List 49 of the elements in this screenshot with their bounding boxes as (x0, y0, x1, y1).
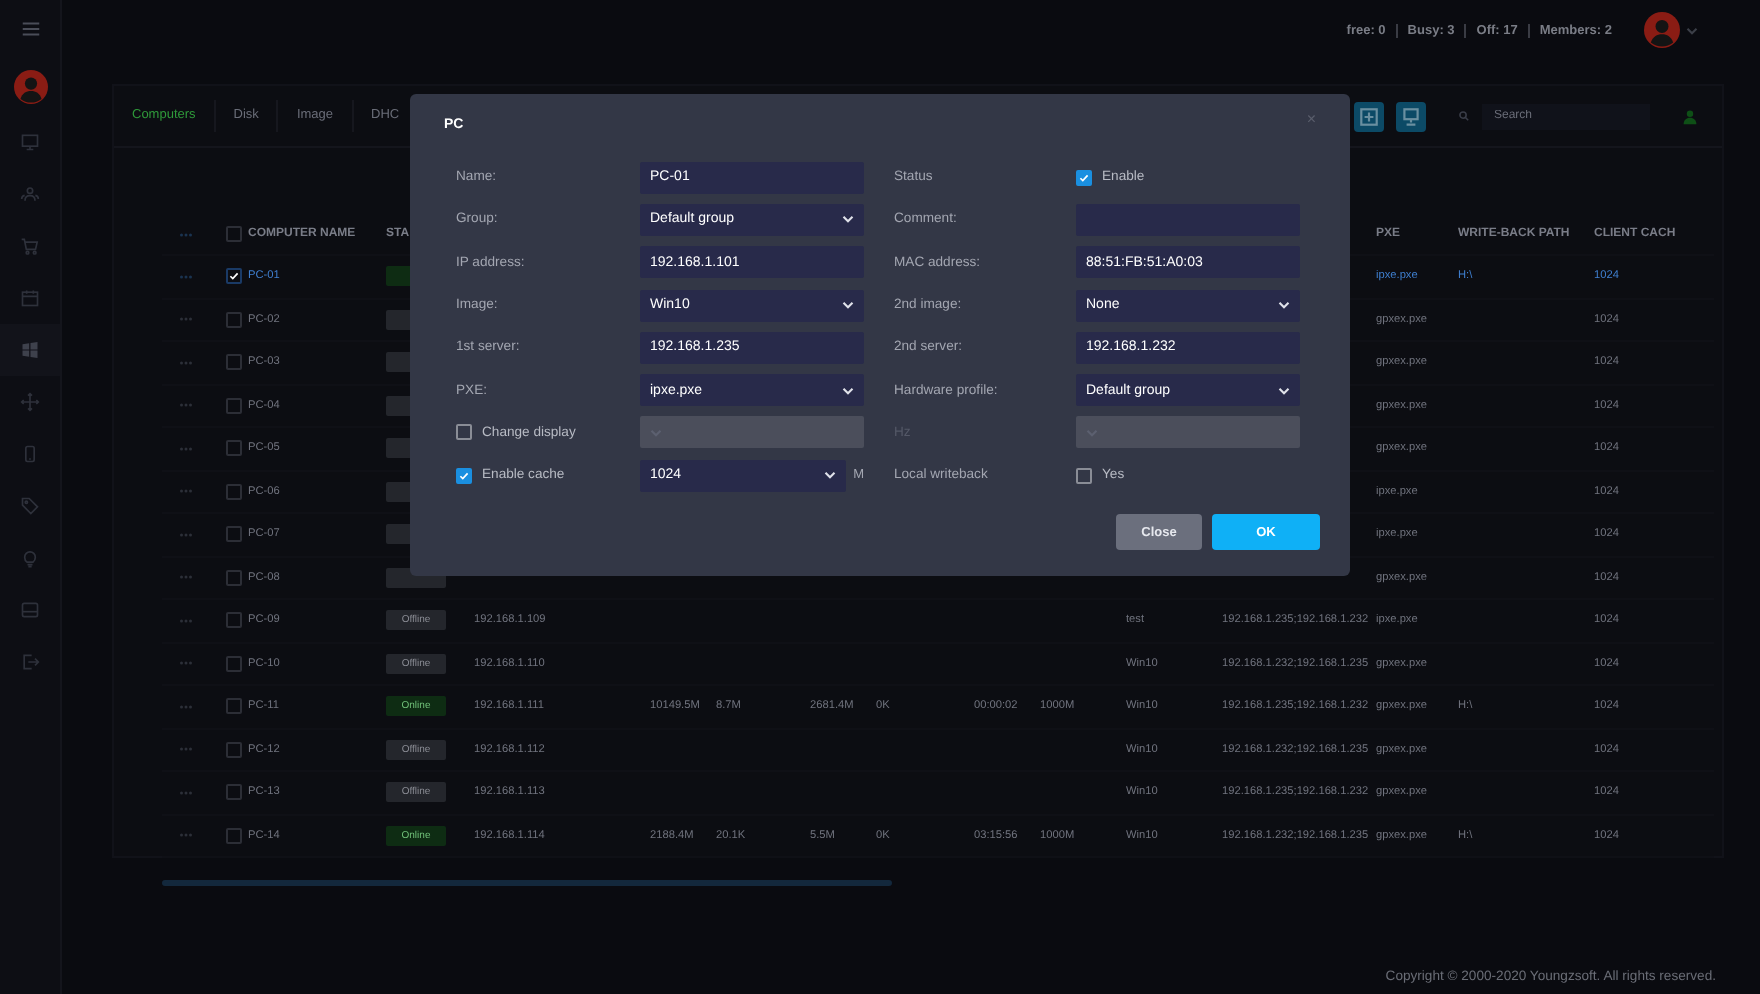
windows-icon (20, 340, 40, 360)
logout-icon (20, 652, 40, 672)
checkbox[interactable] (226, 483, 242, 500)
search-icon (1458, 110, 1470, 122)
caret-icon (823, 470, 836, 481)
checkbox[interactable] (226, 268, 242, 285)
checkbox[interactable] (226, 311, 242, 328)
checkbox[interactable] (226, 612, 242, 629)
plus-icon (1358, 105, 1380, 127)
checkbox[interactable] (226, 827, 242, 844)
avatar (1644, 12, 1680, 48)
menu-icon[interactable] (19, 18, 41, 40)
caret-icon (842, 300, 854, 311)
caret-icon (842, 385, 854, 396)
tag-icon (20, 496, 40, 516)
more-icon[interactable] (178, 231, 194, 237)
checkbox[interactable] (226, 397, 242, 414)
checkbox[interactable] (226, 655, 242, 672)
checkbox[interactable] (1076, 467, 1092, 484)
checkbox[interactable] (456, 467, 472, 484)
monitor-icon (1400, 105, 1422, 127)
user-icon[interactable] (1682, 107, 1698, 125)
calendar-icon (20, 288, 40, 308)
caret-icon (842, 214, 854, 225)
bulb-icon (20, 548, 40, 568)
more-icon[interactable] (178, 273, 194, 280)
checkbox[interactable] (226, 698, 242, 715)
drive-icon (20, 600, 40, 620)
add-button[interactable] (1354, 101, 1384, 131)
caret-icon (1278, 385, 1290, 396)
checkbox[interactable] (226, 440, 242, 457)
checkbox[interactable] (226, 226, 242, 242)
caret-icon (1686, 25, 1698, 35)
checkbox[interactable] (226, 354, 242, 371)
nav-item[interactable] (0, 324, 60, 376)
checkbox[interactable] (226, 569, 242, 586)
monitor-button[interactable] (1396, 101, 1426, 131)
cart-icon (20, 236, 40, 256)
checkbox[interactable] (226, 741, 242, 758)
checkbox[interactable] (226, 784, 242, 801)
phone-icon (20, 444, 40, 464)
people-icon (20, 184, 40, 204)
move-icon (20, 392, 40, 412)
caret-icon (1278, 300, 1290, 311)
scrollbar[interactable] (162, 880, 892, 886)
checkbox[interactable] (1076, 169, 1092, 186)
avatar (13, 70, 47, 104)
checkbox[interactable] (226, 526, 242, 543)
monitor-icon (20, 132, 40, 152)
